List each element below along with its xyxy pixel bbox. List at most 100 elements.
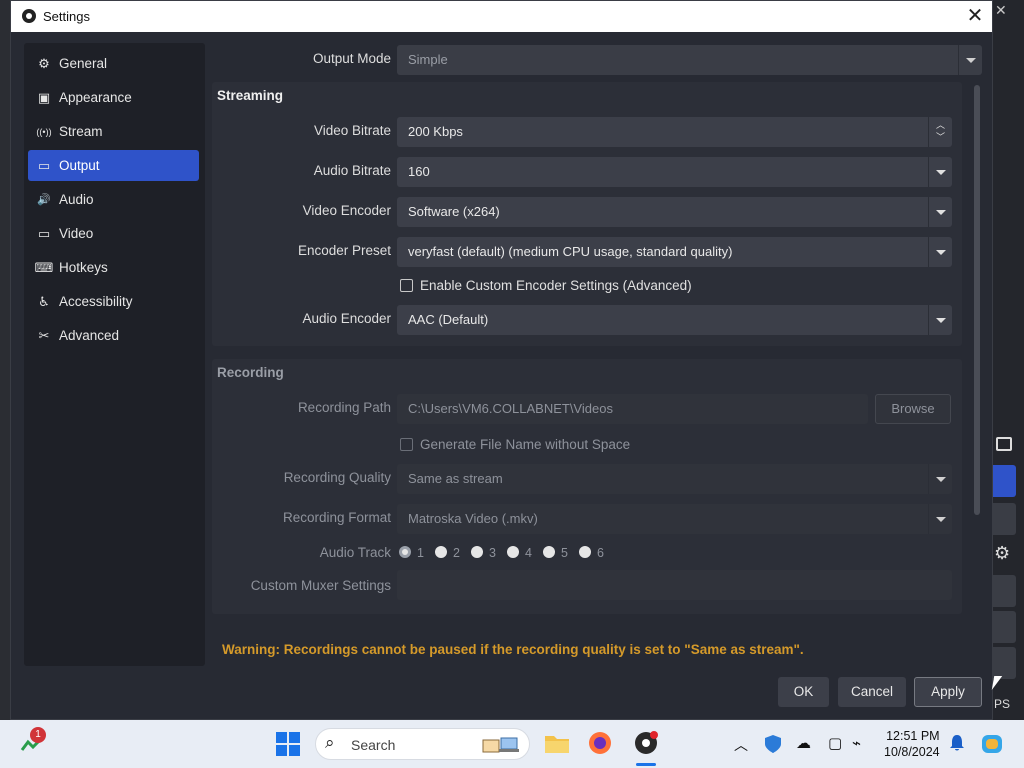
title-bar[interactable]: Settings ✕: [11, 1, 992, 32]
video-encoder-value: Software (x264): [408, 204, 500, 219]
audio-track-label-4: 4: [525, 546, 532, 560]
taskbar-clock[interactable]: 12:51 PM 10/8/2024: [884, 728, 940, 760]
ok-button[interactable]: OK: [778, 677, 829, 707]
apply-button[interactable]: Apply: [914, 677, 982, 707]
custom-encoder-label[interactable]: Enable Custom Encoder Settings (Advanced…: [420, 278, 692, 293]
custom-encoder-checkbox[interactable]: [400, 279, 413, 292]
copilot-icon[interactable]: [980, 732, 1004, 759]
obs-logo-icon: [22, 9, 36, 23]
audio-bitrate-value: 160: [408, 164, 430, 179]
chevron-down-icon[interactable]: [928, 464, 952, 494]
chevron-down-icon[interactable]: [928, 504, 952, 534]
sidebar-item-video[interactable]: ▭ Video: [28, 218, 199, 249]
sidebar-item-label: Audio: [59, 192, 94, 207]
sidebar-item-audio[interactable]: 🔊 Audio: [28, 184, 199, 215]
streaming-title: Streaming: [217, 88, 284, 103]
browse-button[interactable]: Browse: [875, 394, 951, 424]
taskbar: 1 ⌕ Search ︿ ☁ ▢ ⌁ 12:51 PM 10/8/2024: [0, 720, 1024, 768]
firefox-icon[interactable]: [588, 731, 612, 758]
audio-track-radio-6[interactable]: [579, 546, 591, 558]
muxer-settings-input[interactable]: [397, 570, 952, 600]
sidebar-item-advanced[interactable]: ✂ Advanced: [28, 320, 199, 351]
audio-encoder-label: Audio Encoder: [302, 311, 391, 326]
audio-track-label-6: 6: [597, 546, 604, 560]
notification-bell-icon[interactable]: [950, 734, 964, 755]
chevron-up-icon[interactable]: ︿: [734, 735, 748, 755]
chevron-down-icon[interactable]: [958, 45, 982, 75]
audio-track-radio-3[interactable]: [471, 546, 483, 558]
chevron-down-icon[interactable]: [928, 197, 952, 227]
encoder-preset-select[interactable]: veryfast (default) (medium CPU usage, st…: [397, 237, 952, 267]
audio-encoder-select[interactable]: AAC (Default): [397, 305, 952, 335]
audio-track-radio-1[interactable]: [399, 546, 411, 558]
background-gear-icon[interactable]: ⚙: [994, 543, 1010, 564]
cloud-offline-icon[interactable]: ☁: [796, 734, 811, 752]
sidebar-item-output[interactable]: ▭ Output: [28, 150, 199, 181]
file-explorer-icon[interactable]: [544, 732, 570, 757]
clock-date: 10/8/2024: [884, 745, 940, 759]
chevron-down-icon[interactable]: [928, 157, 952, 187]
display-settings-icon[interactable]: ▢: [828, 734, 842, 752]
output-mode-select[interactable]: Simple: [397, 45, 982, 75]
search-icon: ⌕: [325, 733, 335, 752]
video-bitrate-label: Video Bitrate: [313, 123, 391, 138]
recording-quality-label: Recording Quality: [283, 470, 391, 485]
background-button[interactable]: [992, 611, 1016, 643]
recording-format-value: Matroska Video (.mkv): [408, 511, 538, 526]
audio-track-radio-4[interactable]: [507, 546, 519, 558]
taskbar-search[interactable]: ⌕ Search: [315, 728, 530, 760]
recording-quality-select[interactable]: Same as stream: [397, 464, 952, 494]
appearance-icon: ▣: [37, 89, 51, 105]
video-bitrate-spinbox[interactable]: 200 Kbps ︿ ﹀: [397, 117, 952, 147]
no-space-checkbox[interactable]: [400, 438, 413, 451]
background-button[interactable]: [992, 575, 1016, 607]
background-button[interactable]: [992, 647, 1016, 679]
keyboard-icon: ⌨: [34, 259, 54, 275]
no-space-label[interactable]: Generate File Name without Space: [420, 437, 630, 452]
audio-track-radio-5[interactable]: [543, 546, 555, 558]
chevron-down-icon[interactable]: [928, 237, 952, 267]
video-encoder-select[interactable]: Software (x264): [397, 197, 952, 227]
window-title: Settings: [43, 9, 90, 24]
search-highlight-icon: [481, 735, 521, 755]
audio-bitrate-select[interactable]: 160: [397, 157, 952, 187]
recording-quality-value: Same as stream: [408, 471, 503, 486]
windows-start-icon[interactable]: [276, 732, 300, 759]
sidebar-item-label: General: [59, 56, 108, 71]
background-button[interactable]: [992, 503, 1016, 535]
undock-panel-icon[interactable]: [996, 437, 1012, 451]
chevron-up-icon[interactable]: ︿: [936, 121, 945, 130]
recording-format-select[interactable]: Matroska Video (.mkv): [397, 504, 952, 534]
content-scrollbar[interactable]: [973, 85, 981, 625]
obs-taskbar-icon[interactable]: [633, 730, 659, 759]
sidebar-item-appearance[interactable]: ▣ Appearance: [28, 82, 199, 113]
clock-time: 12:51 PM: [886, 729, 940, 743]
background-window-left-edge: [0, 0, 10, 720]
audio-track-label-3: 3: [489, 546, 496, 560]
background-primary-button[interactable]: [992, 465, 1016, 497]
background-close-icon[interactable]: ✕: [995, 2, 1007, 19]
encoder-preset-label: Encoder Preset: [297, 243, 391, 258]
sidebar-item-stream[interactable]: ((•)) Stream: [28, 116, 199, 147]
audio-track-radio-2[interactable]: [435, 546, 447, 558]
close-icon[interactable]: ✕: [964, 4, 986, 28]
sidebar-item-general[interactable]: ⚙ General: [28, 48, 199, 79]
spin-buttons[interactable]: ︿ ﹀: [928, 117, 952, 147]
network-icon[interactable]: ⌁: [852, 734, 861, 752]
sidebar-item-accessibility[interactable]: ♿ Accessibility: [28, 286, 199, 317]
audio-bitrate-label: Audio Bitrate: [313, 163, 391, 178]
tools-icon: ✂: [38, 327, 50, 343]
audio-track-label-1: 1: [417, 546, 424, 560]
cancel-button[interactable]: Cancel: [838, 677, 906, 707]
chevron-down-icon[interactable]: [928, 305, 952, 335]
security-shield-icon[interactable]: [764, 734, 782, 757]
recording-path-label: Recording Path: [297, 400, 391, 415]
background-status-text: PS: [994, 697, 1011, 711]
recording-path-input[interactable]: C:\Users\VM6.COLLABNET\Videos: [397, 394, 868, 424]
active-app-indicator: [636, 763, 656, 766]
sidebar-item-label: Appearance: [59, 90, 132, 105]
sidebar-item-hotkeys[interactable]: ⌨ Hotkeys: [28, 252, 199, 283]
sidebar-item-label: Output: [59, 158, 100, 173]
chevron-down-icon[interactable]: ﹀: [936, 133, 945, 142]
scrollbar-thumb[interactable]: [974, 85, 980, 515]
